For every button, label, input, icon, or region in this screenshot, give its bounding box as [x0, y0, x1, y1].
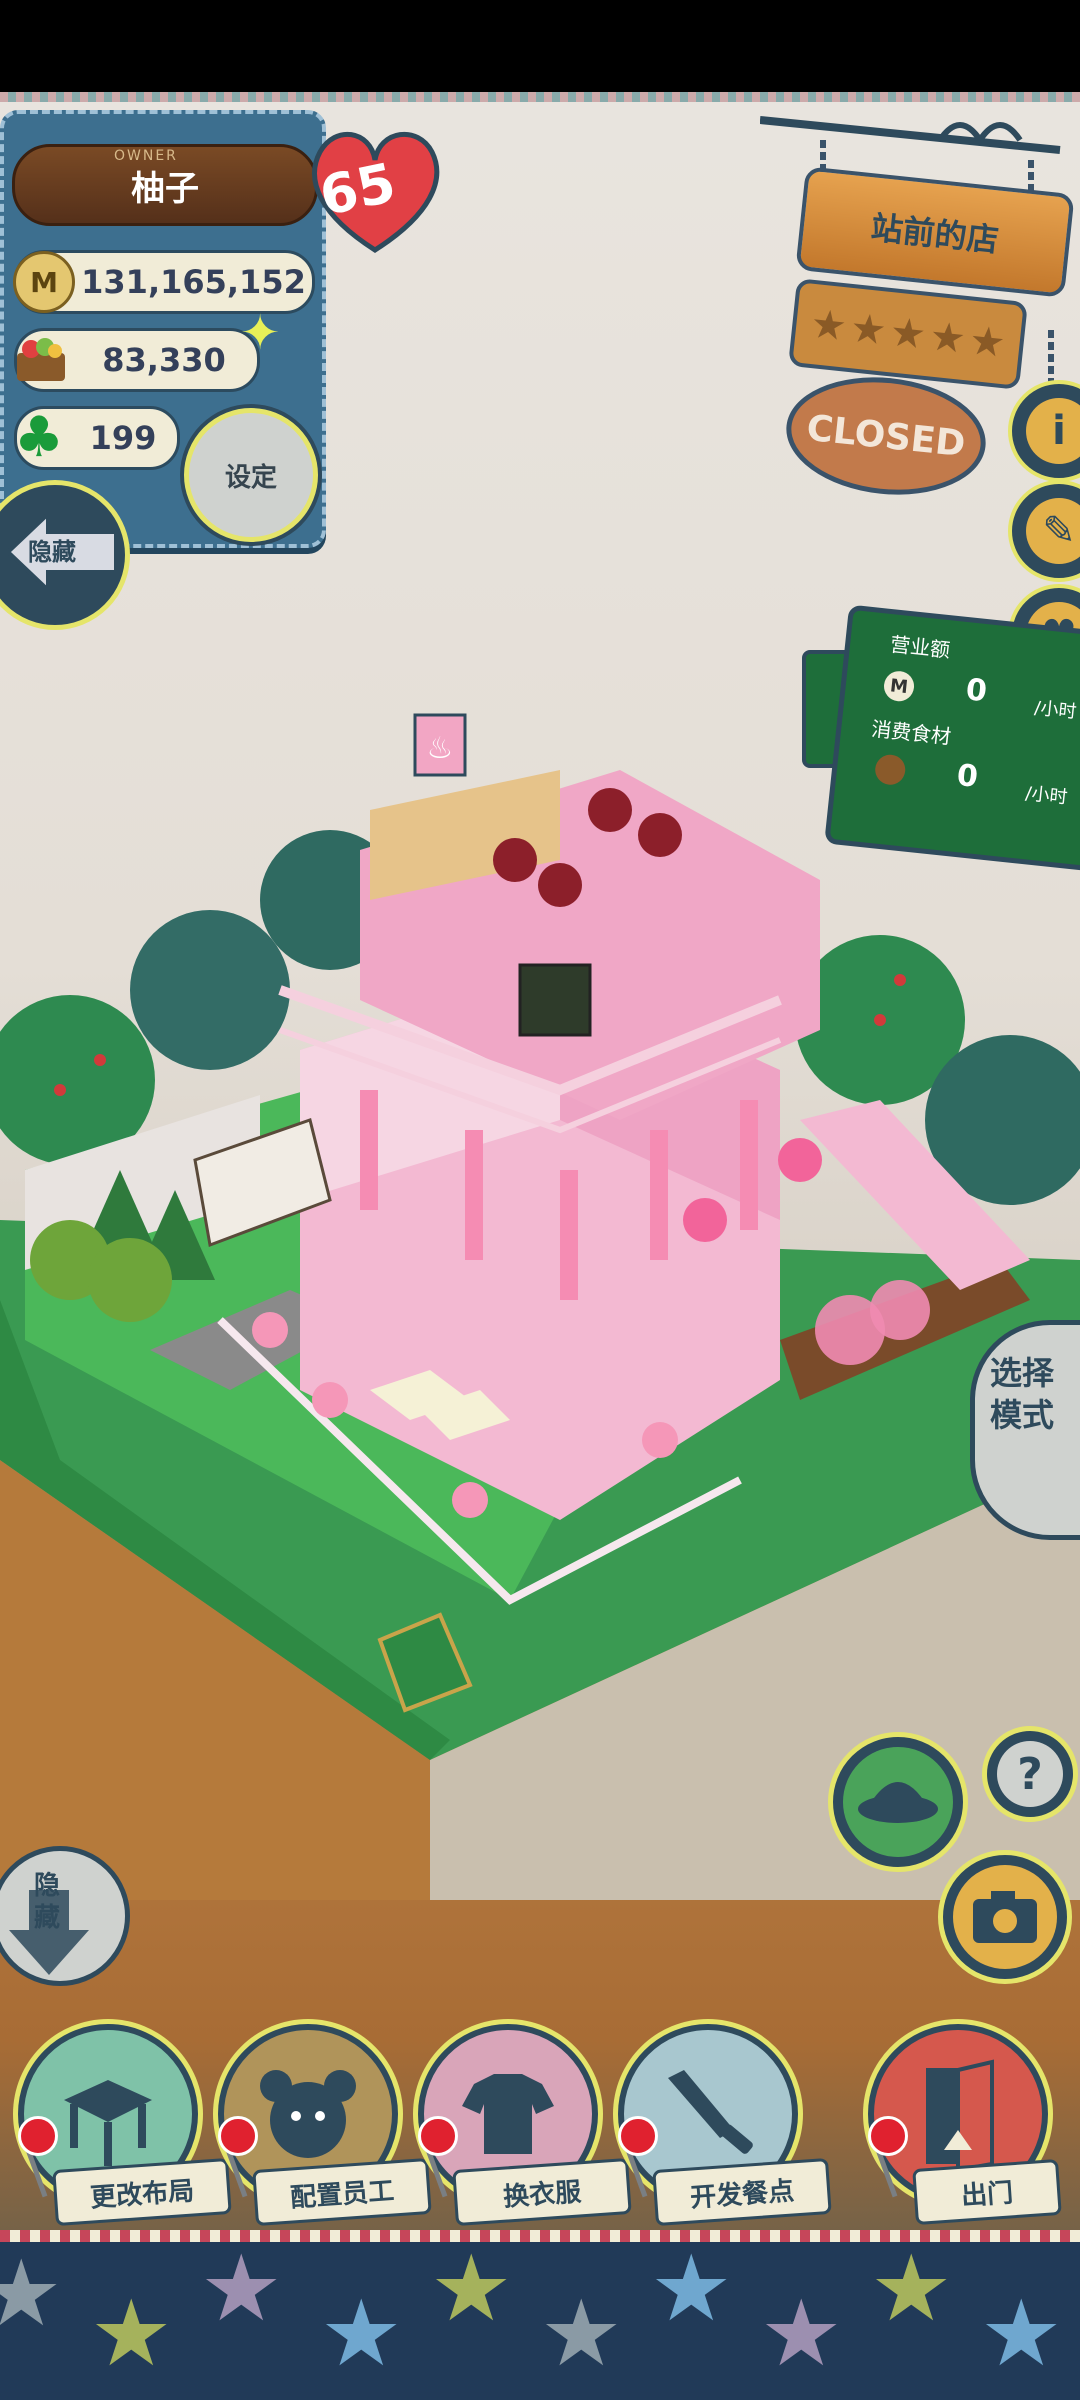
- shop-status: CLOSED: [804, 407, 968, 465]
- money-value: 131,165,152: [81, 263, 306, 301]
- star-icon: ★: [887, 309, 929, 359]
- pin-icon: [218, 2116, 258, 2156]
- camera-button[interactable]: [938, 1850, 1072, 1984]
- ingredients-value: 0: [955, 757, 980, 795]
- star-icon: ★: [540, 2280, 623, 2387]
- hide-menu-label: 隐藏: [34, 1871, 61, 1933]
- ingredients-value: 83,330: [102, 341, 226, 379]
- menu-label: 出门: [912, 2158, 1062, 2226]
- menu-assign-staff[interactable]: 配置员工: [218, 2024, 432, 2227]
- menu-develop-menu[interactable]: 开发餐点: [618, 2024, 832, 2227]
- shop-status-sign[interactable]: CLOSED: [780, 367, 992, 505]
- menu-go-out[interactable]: 出门: [868, 2024, 1062, 2226]
- star-icon: ★: [760, 2280, 843, 2387]
- clover-counter: ♣ 199: [14, 406, 180, 470]
- hat-button[interactable]: [828, 1732, 968, 1872]
- star-icon: ★: [200, 2235, 283, 2342]
- top-border: [0, 92, 1080, 102]
- mode-select-label: 选择模式: [990, 1354, 1055, 1434]
- hide-panel-label: 隐藏: [28, 538, 76, 566]
- svg-text:♨: ♨: [427, 731, 454, 766]
- recipe-book-button[interactable]: ✎: [1008, 480, 1080, 582]
- coin-icon: M: [13, 251, 75, 313]
- star-icon: ★: [927, 313, 968, 363]
- status-bar: [0, 0, 1080, 92]
- star-icon: ★: [980, 2280, 1063, 2387]
- hat-icon: [843, 1747, 953, 1857]
- star-icon: ★: [870, 2235, 953, 2342]
- pin-icon: [868, 2116, 908, 2156]
- shop-rating-stars: ★ ★ ★ ★ ★: [788, 278, 1028, 390]
- ingredients-label: 消费食材: [870, 716, 953, 749]
- owner-name: 柚子: [131, 168, 199, 209]
- info-button[interactable]: i: [1008, 380, 1080, 482]
- camera-icon: [953, 1865, 1057, 1969]
- help-icon: ?: [997, 1741, 1063, 1807]
- ingredients-unit: /小时: [1024, 783, 1069, 809]
- menu-change-layout[interactable]: 更改布局: [18, 2024, 232, 2227]
- basket-icon: [11, 335, 71, 385]
- game-screen: ♨ 柚子 OWNER M 131,165,152 83,330 ♣ 199 ✦ …: [0, 0, 1080, 2400]
- pin-icon: [618, 2116, 658, 2156]
- star-icon: ★: [90, 2280, 173, 2387]
- coin-icon: M: [882, 669, 916, 703]
- settings-label: 设定: [224, 462, 277, 493]
- menu-change-clothes[interactable]: 换衣服: [418, 2024, 632, 2227]
- menu-label: 换衣服: [452, 2157, 632, 2227]
- settings-button[interactable]: 设定: [184, 408, 318, 542]
- help-button[interactable]: ?: [982, 1726, 1078, 1822]
- star-icon: ★: [430, 2235, 513, 2342]
- recipe-book-icon: ✎: [1026, 498, 1080, 564]
- ingredients-counter: 83,330: [14, 328, 260, 392]
- star-icon: ★: [650, 2235, 733, 2342]
- sparkle-icon: ✦: [240, 305, 281, 361]
- restaurant-scene[interactable]: ♨: [0, 700, 1080, 1900]
- menu-label: 更改布局: [52, 2157, 232, 2227]
- star-icon: ★: [808, 300, 849, 351]
- star-icon: ★: [320, 2280, 403, 2387]
- clover-value: 199: [89, 419, 157, 457]
- clover-icon: ♣: [13, 405, 65, 470]
- menu-label: 开发餐点: [652, 2157, 832, 2227]
- revenue-label: 营业额: [889, 632, 952, 663]
- revenue-value: 0: [964, 672, 989, 710]
- menu-label: 配置员工: [252, 2157, 432, 2227]
- sales-board: 营业额 M 0 /小时 消费食材 0 /小时: [824, 604, 1080, 872]
- star-pattern-footer: ★ ★ ★ ★ ★ ★ ★ ★ ★ ★: [0, 2230, 1080, 2400]
- owner-caption: OWNER: [114, 148, 178, 164]
- pin-icon: [418, 2116, 458, 2156]
- info-icon: i: [1026, 398, 1080, 464]
- basket-icon: [873, 753, 907, 787]
- star-icon: ★: [0, 2240, 63, 2347]
- shop-name: 站前的店: [869, 208, 1001, 260]
- revenue-unit: /小时: [1033, 697, 1078, 723]
- star-icon: ★: [848, 305, 889, 355]
- pin-icon: [18, 2116, 58, 2156]
- star-icon: ★: [967, 317, 1008, 368]
